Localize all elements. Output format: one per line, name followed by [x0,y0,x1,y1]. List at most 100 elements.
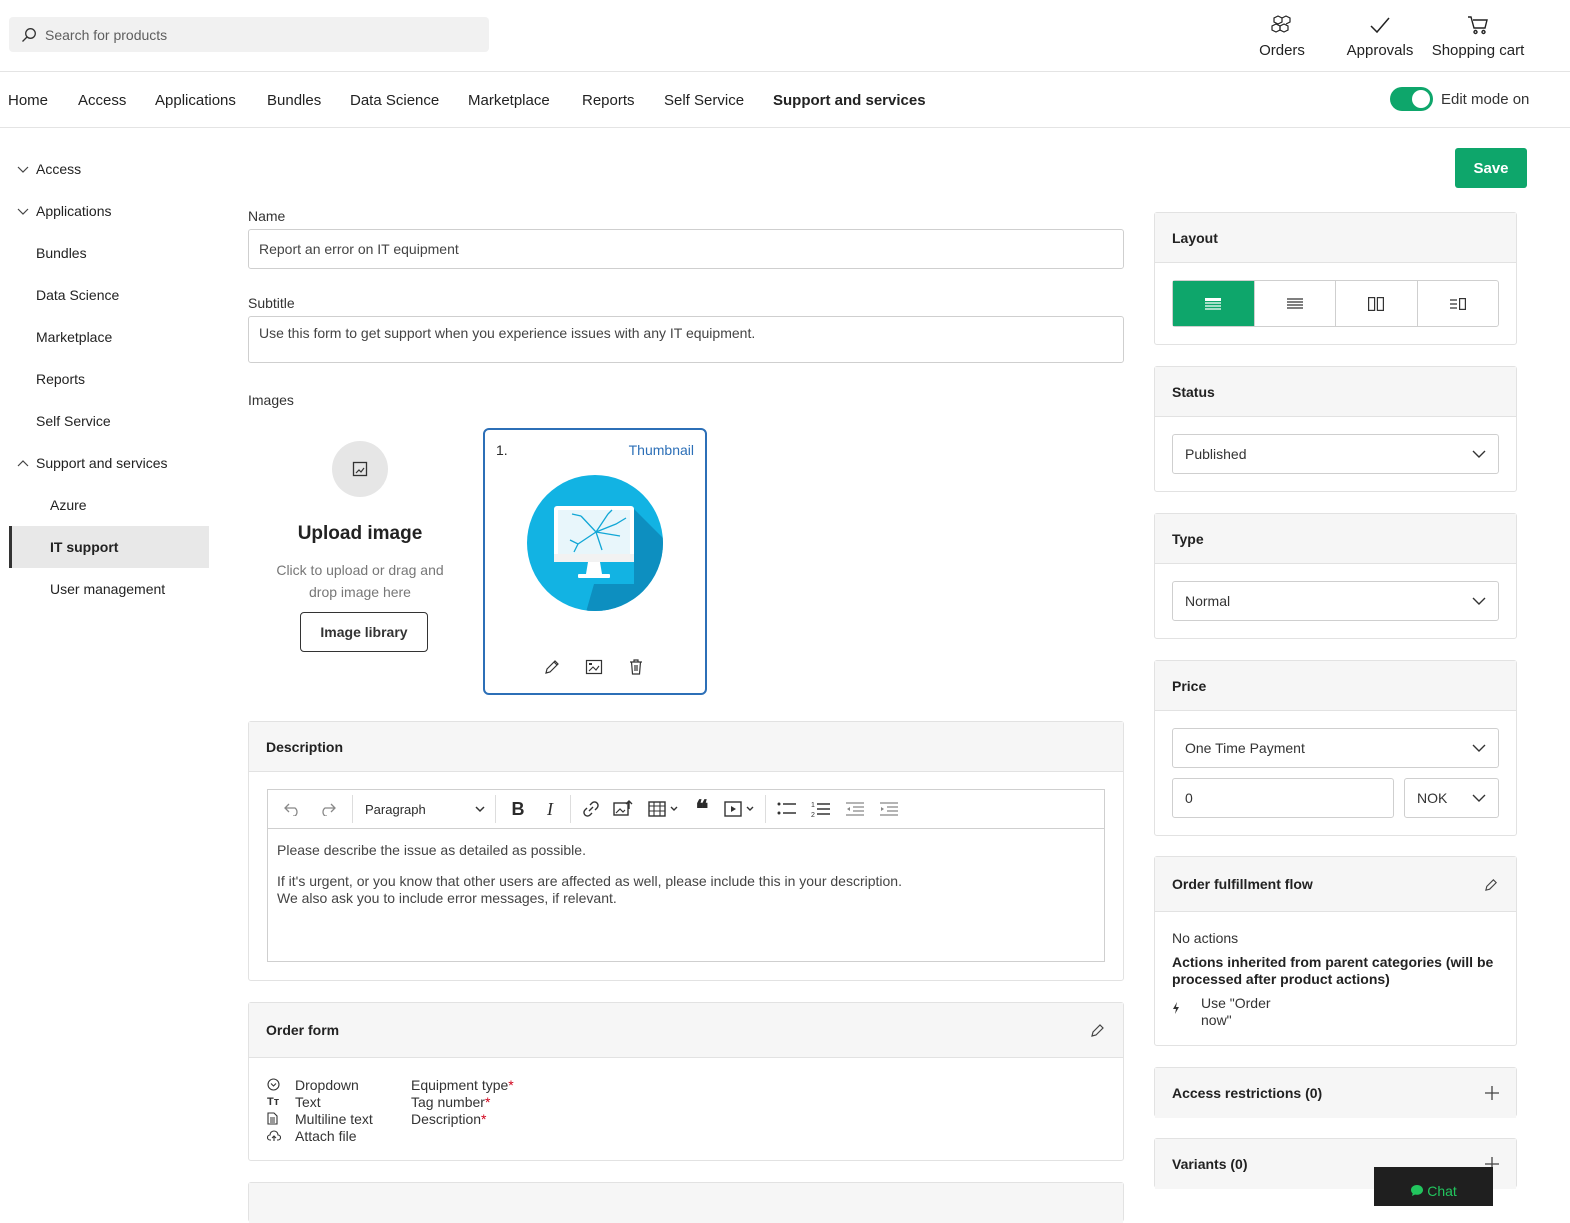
nav-self-service[interactable]: Self Service [664,92,744,109]
status-title: Status [1172,383,1215,400]
save-button[interactable]: Save [1455,148,1527,188]
plus-icon[interactable] [1485,1086,1499,1100]
blockquote-icon[interactable]: ❝ [687,790,717,828]
sidebar-item-self-service[interactable]: Self Service [36,400,236,442]
insert-image-icon[interactable] [607,790,639,828]
sidebar-item-it-support[interactable]: IT support [9,526,209,568]
price-header: Price [1155,661,1516,711]
sidebar-item-bundles[interactable]: Bundles [36,232,236,274]
sidebar-item-label: Support and services [36,455,168,471]
sidebar-item-applications[interactable]: Applications [16,190,216,232]
bold-icon[interactable]: B [502,790,534,828]
redo-icon[interactable] [310,790,344,828]
numbered-list-icon[interactable]: 12 [804,790,838,828]
sidebar-item-reports[interactable]: Reports [36,358,236,400]
price-card: Price One Time Payment 0 NOK [1154,660,1517,836]
currency-value: NOK [1417,790,1448,806]
sidebar-item-label: User management [50,581,166,597]
nav-bundles[interactable]: Bundles [267,92,321,109]
edit-image-icon[interactable] [543,658,561,676]
sidebar-item-label: Reports [36,371,86,387]
nav-marketplace[interactable]: Marketplace [468,92,550,109]
access-restrictions-card[interactable]: Access restrictions (0) [1154,1067,1517,1118]
pencil-icon[interactable] [1090,1022,1106,1038]
price-amount-input[interactable]: 0 [1172,778,1394,818]
sidebar-item-data-science[interactable]: Data Science [36,274,236,316]
trash-icon[interactable] [627,658,645,676]
order-form-row[interactable]: Attach file [267,1127,514,1144]
subtitle-field[interactable]: Use this form to get support when you ex… [248,316,1124,363]
sidebar-item-user-management[interactable]: User management [50,568,250,610]
toggle-switch[interactable] [1390,87,1433,111]
link-icon[interactable] [575,790,607,828]
price-mode-select[interactable]: One Time Payment [1172,728,1499,768]
field-type: Multiline text [295,1110,373,1127]
nav-access[interactable]: Access [78,92,126,109]
pencil-icon[interactable] [1484,877,1499,892]
image-icon [332,441,388,497]
image-card[interactable]: 1. Thumbnail [483,428,707,695]
dropdown-icon [267,1078,295,1091]
field-type: Text [295,1093,321,1110]
paragraph-format-select[interactable]: Paragraph [361,790,489,828]
undo-icon[interactable] [276,790,310,828]
upload-area[interactable]: Upload image Click to upload or drag and… [262,430,458,660]
bulleted-list-icon[interactable] [770,790,804,828]
table-icon[interactable] [639,790,687,828]
search-input[interactable] [45,26,465,43]
field-type: Attach file [295,1127,357,1144]
document-icon [267,1112,295,1125]
chevron-down-icon [17,208,29,215]
editor-content[interactable]: Please describe the issue as detailed as… [268,829,1104,920]
orders-button[interactable]: Orders [1258,14,1306,59]
layout-option-full[interactable] [1173,281,1254,326]
layout-selector [1172,280,1499,327]
nav-reports[interactable]: Reports [582,92,635,109]
sidebar-item-marketplace[interactable]: Marketplace [36,316,236,358]
editor-toolbar: Paragraph B I ❝ 12 [268,790,1104,829]
boxes-icon [1270,14,1294,36]
rich-text-editor[interactable]: Paragraph B I ❝ 12 Please describe the i… [267,789,1105,962]
layout-side-icon [1449,297,1466,310]
chat-button[interactable]: Chat [1374,1167,1493,1206]
status-select[interactable]: Published [1172,434,1499,474]
search-bar[interactable] [9,17,489,52]
edit-mode-toggle[interactable]: Edit mode on [1390,87,1529,111]
media-embed-icon[interactable] [717,790,761,828]
type-select[interactable]: Normal [1172,581,1499,621]
images-label: Images [248,392,294,408]
type-title: Type [1172,530,1204,547]
sidebar-item-azure[interactable]: Azure [50,484,250,526]
sidebar-item-access[interactable]: Access [16,148,216,190]
image-library-button[interactable]: Image library [300,612,428,652]
layout-option-side[interactable] [1416,281,1499,326]
shopping-cart-button[interactable]: Shopping cart [1430,14,1526,59]
nav-support-and-services[interactable]: Support and services [773,92,926,109]
broken-monitor-image [526,474,664,612]
nav-data-science[interactable]: Data Science [350,92,439,109]
subtitle-value: Use this form to get support when you ex… [259,325,756,341]
thumbnail-tag[interactable]: Thumbnail [629,442,694,458]
nav-applications[interactable]: Applications [155,92,236,109]
outdent-icon[interactable] [838,790,872,828]
name-value: Report an error on IT equipment [259,241,459,257]
name-field[interactable]: Report an error on IT equipment [248,229,1124,269]
approvals-button[interactable]: Approvals [1346,14,1414,59]
order-form-row[interactable]: Multiline text Description * [267,1110,514,1127]
chevron-down-icon [1472,744,1486,752]
order-form-row[interactable]: Tт Text Tag number * [267,1093,514,1110]
layout-columns-icon [1368,296,1385,311]
italic-icon[interactable]: I [534,790,566,828]
layout-option-list[interactable] [1253,281,1336,326]
currency-select[interactable]: NOK [1404,778,1499,818]
layout-card: Layout [1154,212,1517,345]
search-icon [21,27,37,43]
text-type-icon: Tт [267,1095,280,1108]
replace-image-icon[interactable] [585,658,603,676]
sidebar-item-support-and-services[interactable]: Support and services [16,442,216,484]
nav-home[interactable]: Home [8,92,48,109]
indent-icon[interactable] [872,790,906,828]
access-restrictions-title: Access restrictions (0) [1172,1085,1323,1101]
layout-option-columns[interactable] [1335,281,1417,326]
order-form-row[interactable]: Dropdown Equipment type * [267,1076,514,1093]
